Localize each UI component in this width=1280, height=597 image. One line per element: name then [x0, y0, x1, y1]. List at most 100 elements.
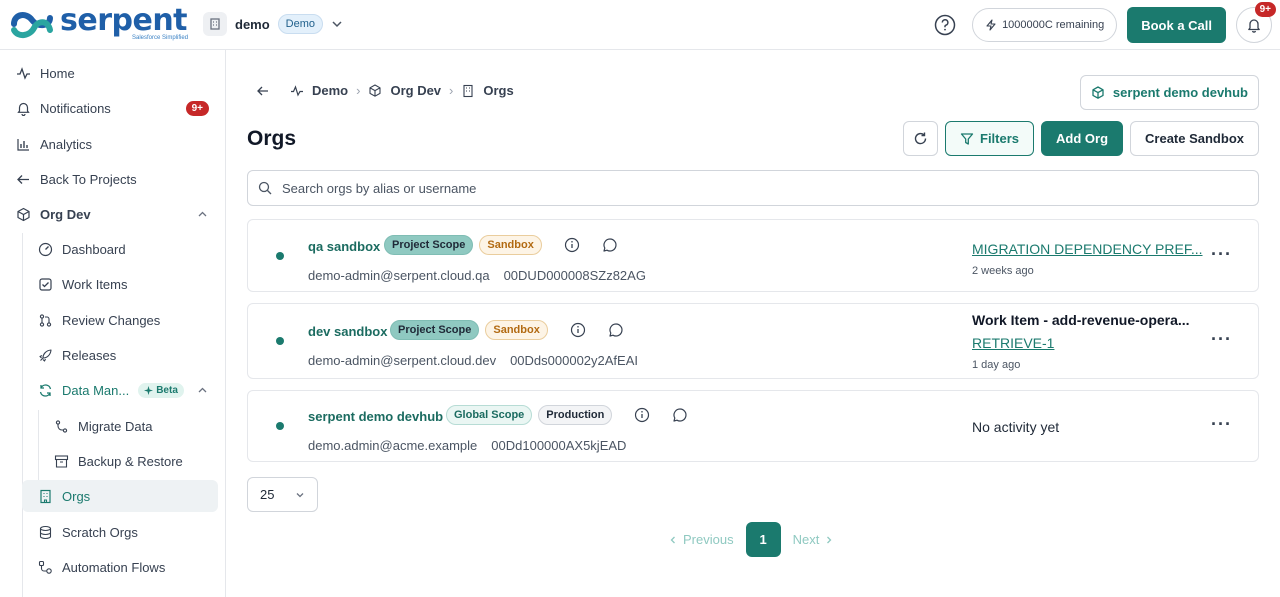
sidebar-item-label: Dashboard [62, 241, 126, 257]
tree-line [38, 410, 39, 480]
type-badge: Sandbox [479, 235, 542, 255]
comment-icon[interactable] [602, 237, 618, 253]
sidebar-item-releases[interactable]: Releases [30, 339, 218, 371]
per-page-select[interactable]: 25 [247, 477, 318, 512]
sidebar-item-label: Org Dev [40, 206, 91, 222]
sidebar-item-migrate-data[interactable]: Migrate Data [46, 410, 218, 442]
book-call-button[interactable]: Book a Call [1127, 7, 1226, 43]
sidebar-item-backup-restore[interactable]: Backup & Restore [46, 445, 218, 477]
refresh-button[interactable] [903, 121, 938, 156]
status-dot [276, 337, 284, 345]
bell-icon [1248, 19, 1260, 33]
add-org-button[interactable]: Add Org [1041, 121, 1124, 156]
sidebar-item-back-to-projects[interactable]: Back To Projects [8, 163, 218, 195]
type-badge: Sandbox [485, 320, 548, 340]
more-options-icon[interactable]: ··· [1211, 329, 1232, 350]
rocket-icon [39, 348, 52, 362]
org-id: 00DUD000008SZz82AG [503, 268, 646, 283]
activity-title: Work Item - add-revenue-opera... [972, 312, 1190, 328]
more-options-icon[interactable]: ··· [1211, 414, 1232, 435]
org-id: 00Dd100000AX5kjEAD [491, 438, 627, 453]
info-icon[interactable] [634, 407, 650, 423]
tree-line [22, 233, 23, 597]
filters-button[interactable]: Filters [945, 121, 1035, 156]
info-icon[interactable] [564, 237, 580, 253]
gauge-icon [38, 242, 53, 256]
sidebar-item-work-items[interactable]: Work Items [30, 268, 218, 300]
org-id: 00Dds000002y2AfEAI [510, 353, 639, 368]
chevron-up-icon[interactable] [197, 385, 208, 396]
page-actions: Filters Add Org Create Sandbox [903, 121, 1259, 156]
sidebar-item-label: Backup & Restore [78, 453, 183, 469]
comment-icon[interactable] [608, 322, 624, 338]
org-name[interactable]: dev sandbox [308, 324, 387, 339]
sidebar-item-automation-flows[interactable]: Automation Flows [30, 551, 218, 583]
checkbox-icon [39, 277, 52, 291]
activity-empty-text: No activity yet [972, 419, 1060, 435]
page-title: Orgs [247, 127, 297, 150]
logo[interactable]: serpent Salesforce Simplified [8, 3, 188, 44]
search-bar [247, 170, 1259, 206]
org-card[interactable]: qa sandbox Project Scope Sandbox demo-ad… [247, 219, 1259, 292]
sidebar-item-label: Home [40, 65, 75, 81]
sidebar-item-label: Releases [62, 347, 117, 363]
notifications-button[interactable]: 9+ [1236, 2, 1276, 43]
org-card[interactable]: dev sandbox Project Scope Sandbox demo-a… [247, 303, 1259, 379]
help-button[interactable] [928, 8, 962, 42]
credits-pill[interactable]: 1000000C remaining [972, 8, 1118, 42]
activity-icon [17, 66, 30, 80]
sidebar-item-home[interactable]: Home [8, 57, 218, 89]
sidebar-item-orgs[interactable]: Orgs [22, 480, 218, 512]
activity-link[interactable]: MIGRATION DEPENDENCY PREF... [972, 241, 1203, 257]
chevron-left-icon [670, 536, 675, 543]
per-page-value: 25 [260, 487, 275, 502]
search-input[interactable] [282, 180, 1182, 196]
workspace-badge: Demo [277, 14, 324, 34]
sidebar-item-analytics[interactable]: Analytics [8, 128, 218, 160]
activity-link[interactable]: RETRIEVE-1 [972, 335, 1054, 351]
breadcrumb: Demo › Org Dev › Orgs [256, 83, 514, 98]
sidebar-item-review-changes[interactable]: Review Changes [30, 304, 218, 336]
org-name[interactable]: qa sandbox [308, 239, 380, 254]
cube-icon [17, 207, 30, 221]
top-bar: serpent Salesforce Simplified demo Demo … [0, 0, 1280, 50]
next-page-button[interactable]: Next [793, 532, 835, 547]
sidebar-item-notifications[interactable]: Notifications 9+ [8, 92, 218, 124]
current-page[interactable]: 1 [745, 522, 781, 557]
workspace-name: demo [235, 16, 270, 32]
breadcrumb-item[interactable]: Demo [312, 83, 348, 98]
org-username: demo.admin@acme.example [308, 438, 478, 453]
back-arrow-icon[interactable] [256, 84, 270, 98]
breadcrumb-separator: › [449, 83, 454, 98]
status-dot [276, 252, 284, 260]
sidebar-item-label: Scratch Orgs [62, 524, 138, 540]
sidebar-item-label: Notifications [40, 100, 111, 116]
chevron-up-icon[interactable] [197, 209, 208, 220]
info-icon[interactable] [570, 322, 586, 338]
chevron-right-icon [827, 536, 832, 543]
notification-count-badge: 9+ [1254, 2, 1276, 17]
comment-icon[interactable] [672, 407, 688, 423]
pagination: Previous 1 Next [668, 522, 834, 557]
sidebar-item-data-management[interactable]: Data Man... Beta [30, 374, 218, 406]
previous-page-button[interactable]: Previous [668, 532, 734, 547]
git-branch-icon [55, 419, 68, 433]
workspace-switcher[interactable]: demo Demo [203, 12, 343, 36]
sidebar: Home Notifications 9+ Analytics Back To … [0, 50, 226, 597]
serpent-logo-icon [11, 12, 53, 38]
sidebar-item-label: Automation Flows [62, 559, 166, 575]
chevron-down-icon[interactable] [331, 18, 343, 30]
sidebar-item-scratch-orgs[interactable]: Scratch Orgs [30, 516, 218, 548]
create-sandbox-button[interactable]: Create Sandbox [1130, 121, 1259, 156]
org-card[interactable]: serpent demo devhub Global Scope Product… [247, 390, 1259, 462]
more-options-icon[interactable]: ··· [1211, 244, 1232, 265]
next-label: Next [792, 532, 820, 547]
sidebar-item-dashboard[interactable]: Dashboard [30, 233, 218, 265]
breadcrumb-item[interactable]: Org Dev [390, 83, 441, 98]
arrow-left-icon [17, 174, 29, 184]
org-name[interactable]: serpent demo devhub [308, 409, 443, 424]
devhub-button[interactable]: serpent demo devhub [1079, 75, 1259, 110]
flow-icon [38, 560, 52, 574]
sidebar-item-org-dev[interactable]: Org Dev [8, 198, 218, 230]
brand-name: serpent [60, 3, 188, 38]
